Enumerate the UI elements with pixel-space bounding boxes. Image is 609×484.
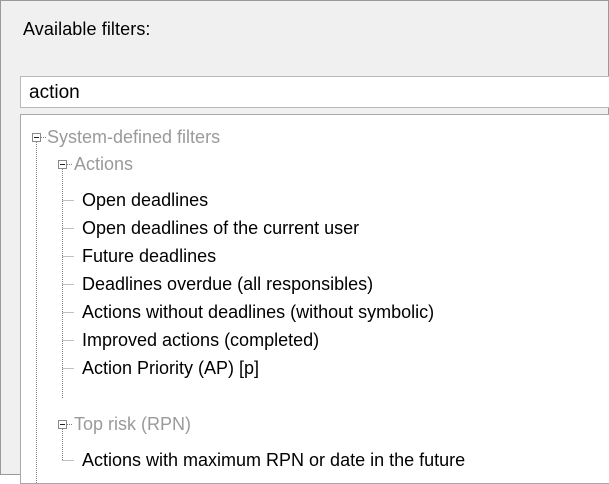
available-filters-panel: Available filters: System-defined filter… <box>0 0 609 484</box>
actions-collapse-toggle[interactable] <box>58 160 67 169</box>
tree-item-action-priority[interactable]: Action Priority (AP) [p] <box>82 357 259 379</box>
tree-node-top-risk[interactable]: Top risk (RPN) <box>74 413 191 435</box>
tree-item-open-deadlines-current-user[interactable]: Open deadlines of the current user <box>82 217 359 239</box>
tree-node-actions[interactable]: Actions <box>74 153 133 175</box>
tree-node-system-defined-filters[interactable]: System-defined filters <box>47 126 220 148</box>
available-filters-label: Available filters: <box>23 19 151 39</box>
tree-item-future-deadlines[interactable]: Future deadlines <box>82 245 216 267</box>
tree-item-actions-without-deadlines[interactable]: Actions without deadlines (without symbo… <box>82 301 434 323</box>
filter-tree[interactable]: System-defined filters Actions Open dead… <box>20 114 609 484</box>
tree-item-deadlines-overdue[interactable]: Deadlines overdue (all responsibles) <box>82 273 373 295</box>
tree-item-open-deadlines[interactable]: Open deadlines <box>82 189 208 211</box>
tree-item-improved-actions[interactable]: Improved actions (completed) <box>82 329 319 351</box>
tree-item-actions-max-rpn[interactable]: Actions with maximum RPN or date in the … <box>82 449 465 471</box>
top-risk-collapse-toggle[interactable] <box>58 420 67 429</box>
root-collapse-toggle[interactable] <box>32 133 41 142</box>
filter-search-input[interactable] <box>20 76 609 108</box>
